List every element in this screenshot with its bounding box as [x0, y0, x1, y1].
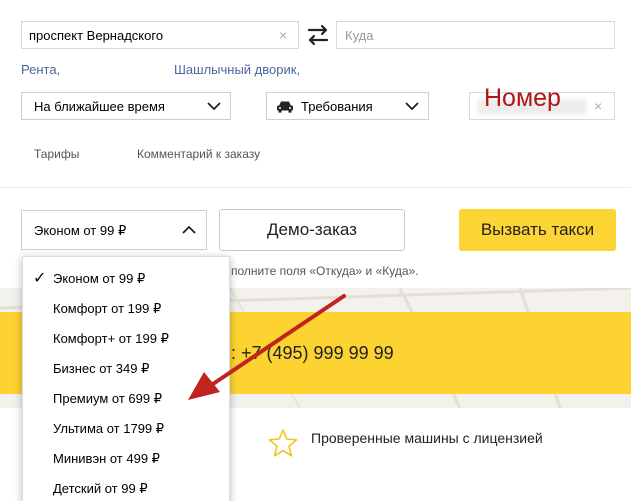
feature-text: Проверенные машины с лицензией [311, 430, 543, 446]
tab-tariffs[interactable]: Тарифы [34, 147, 79, 161]
star-icon [268, 429, 298, 457]
check-icon: ✓ [33, 270, 47, 287]
tariff-select[interactable]: Эконом от 99 ₽ [21, 210, 207, 250]
dropdown-option-kids[interactable]: Детский от 99 ₽ [53, 481, 148, 497]
divider [0, 187, 631, 188]
car-icon [277, 101, 293, 113]
chevron-up-icon [182, 225, 196, 234]
requirements-select[interactable]: Требования [266, 92, 429, 120]
dropdown-option-comfort-plus[interactable]: Комфорт+ от 199 ₽ [53, 331, 169, 347]
dropdown-option-ultima[interactable]: Ультима от 1799 ₽ [53, 421, 164, 437]
to-input-placeholder[interactable]: Куда [345, 28, 373, 43]
chevron-down-icon [405, 102, 419, 111]
swap-icon[interactable] [303, 22, 333, 48]
tariff-select-label: Эконом от 99 ₽ [34, 223, 127, 238]
close-icon[interactable]: × [279, 27, 287, 43]
time-select[interactable]: На ближайшее время [21, 92, 231, 120]
from-field[interactable]: проспект Вернадского × [21, 21, 299, 49]
dropdown-option-comfort[interactable]: Комфорт от 199 ₽ [53, 301, 161, 317]
dropdown-option-economy[interactable]: Эконом от 99 ₽ [53, 271, 145, 287]
annotation-arrow-icon [188, 294, 346, 400]
call-taxi-button[interactable]: Вызвать такси [459, 209, 616, 251]
requirements-select-label: Требования [301, 99, 373, 114]
time-select-label: На ближайшее время [34, 99, 165, 114]
tab-comment[interactable]: Комментарий к заказу [137, 147, 260, 161]
suggestion-link-1[interactable]: Рента, [21, 62, 60, 77]
number-annotation: Номер [484, 84, 561, 112]
suggestion-link-2[interactable]: Шашлычный дворик, [174, 62, 300, 77]
chevron-down-icon [207, 102, 221, 111]
dropdown-option-premium[interactable]: Премиум от 699 ₽ [53, 391, 162, 407]
dropdown-option-minivan[interactable]: Минивэн от 499 ₽ [53, 451, 160, 467]
from-input-value[interactable]: проспект Вернадского [29, 28, 163, 43]
demo-order-button[interactable]: Демо-заказ [219, 209, 405, 251]
to-field[interactable]: Куда [336, 21, 615, 49]
dropdown-option-business[interactable]: Бизнес от 349 ₽ [53, 361, 149, 377]
hint-text: полните поля «Откуда» и «Куда». [231, 264, 419, 278]
close-icon[interactable]: × [594, 98, 602, 114]
